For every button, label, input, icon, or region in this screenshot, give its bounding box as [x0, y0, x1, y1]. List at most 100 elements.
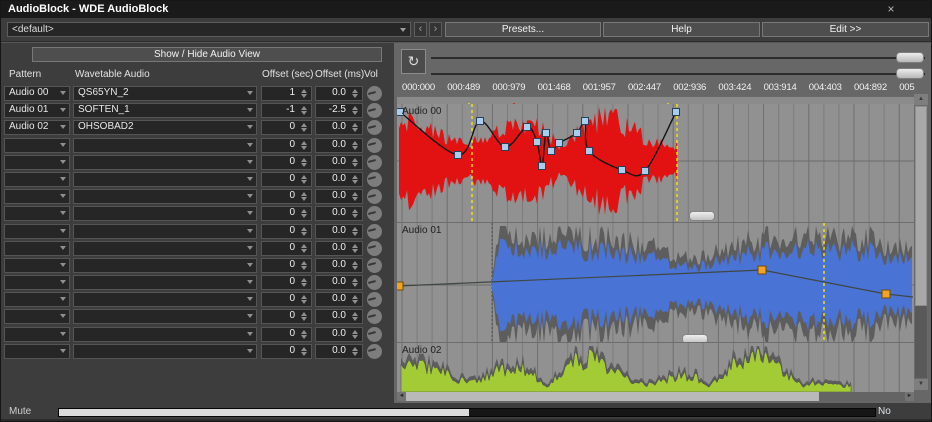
offset-sec-spinner[interactable]: 0 — [261, 292, 312, 308]
vertical-scrollbar-track[interactable] — [915, 306, 927, 378]
wavetable-select[interactable] — [73, 343, 257, 359]
pattern-select[interactable]: Audio 02 — [4, 120, 70, 136]
spinner-arrows-icon[interactable] — [299, 174, 309, 185]
pattern-select[interactable]: Audio 00 — [4, 86, 70, 101]
spin-up-icon[interactable] — [352, 346, 358, 351]
timeline-ruler[interactable]: 000:000 000:489 000:979 001:468 001:957 002:4… — [394, 79, 931, 96]
spinner-arrows-icon[interactable] — [350, 226, 360, 237]
spin-up-icon[interactable] — [301, 209, 307, 214]
wavetable-select[interactable] — [73, 240, 257, 256]
spin-up-icon[interactable] — [352, 106, 358, 111]
spin-down-icon[interactable] — [352, 197, 358, 202]
horizontal-scrollbar[interactable]: ◄ ► — [397, 392, 914, 401]
overview-tick-strip[interactable] — [397, 97, 914, 110]
wavetable-select[interactable]: OHSOBAD2 — [73, 120, 257, 136]
wavetable-select[interactable]: SOFTEN_1 — [73, 103, 257, 119]
pattern-select[interactable] — [4, 189, 70, 205]
envelope-point[interactable] — [618, 166, 626, 174]
spinner-arrows-icon[interactable] — [299, 226, 309, 237]
wavetable-select[interactable] — [73, 189, 257, 205]
offset-ms-spinner[interactable]: 0.0 — [315, 257, 363, 273]
wavetable-select[interactable] — [73, 171, 257, 187]
offset-ms-spinner[interactable]: -2.5 — [315, 103, 363, 119]
spin-up-icon[interactable] — [352, 243, 358, 248]
vertical-scrollbar-thumb[interactable] — [915, 106, 927, 306]
offset-ms-spinner[interactable]: 0.0 — [315, 240, 363, 256]
spin-up-icon[interactable] — [352, 157, 358, 162]
offset-ms-spinner[interactable]: 0.0 — [315, 206, 363, 222]
spin-up-icon[interactable] — [352, 226, 358, 231]
envelope-point[interactable] — [454, 151, 462, 159]
spin-down-icon[interactable] — [301, 94, 307, 98]
spin-down-icon[interactable] — [301, 111, 307, 116]
spin-up-icon[interactable] — [301, 174, 307, 179]
spinner-arrows-icon[interactable] — [350, 174, 360, 185]
zoom-slider-handle-2[interactable] — [896, 68, 924, 79]
spin-up-icon[interactable] — [301, 278, 307, 283]
track-zoom-handle[interactable] — [682, 334, 708, 342]
spin-down-icon[interactable] — [301, 214, 307, 219]
volume-knob[interactable] — [367, 120, 382, 136]
wavetable-select[interactable] — [73, 223, 257, 239]
offset-ms-spinner[interactable]: 0.0 — [315, 86, 363, 101]
pattern-select[interactable] — [4, 154, 70, 170]
wavetable-select[interactable] — [73, 326, 257, 342]
volume-knob[interactable] — [367, 154, 382, 170]
spin-down-icon[interactable] — [301, 351, 307, 356]
offset-sec-spinner[interactable]: -1 — [261, 103, 312, 119]
spin-up-icon[interactable] — [301, 329, 307, 334]
scroll-left-icon[interactable]: ◄ — [397, 392, 406, 401]
wavetable-select[interactable]: QS65YN_2 — [73, 86, 257, 101]
spinner-arrows-icon[interactable] — [299, 157, 309, 168]
spinner-arrows-icon[interactable] — [299, 329, 309, 340]
pattern-select[interactable] — [4, 240, 70, 256]
spin-up-icon[interactable] — [352, 123, 358, 128]
spin-down-icon[interactable] — [352, 265, 358, 270]
pattern-select[interactable]: Audio 01 — [4, 103, 70, 119]
help-button[interactable]: Help — [603, 22, 760, 37]
spin-up-icon[interactable] — [352, 140, 358, 145]
track-zoom-handle[interactable] — [689, 211, 715, 221]
envelope-point[interactable] — [672, 108, 680, 116]
prev-preset-button[interactable]: ‹ — [414, 22, 427, 37]
offset-sec-spinner[interactable]: 0 — [261, 154, 312, 170]
wavetable-select[interactable] — [73, 257, 257, 273]
spin-up-icon[interactable] — [352, 329, 358, 334]
spin-down-icon[interactable] — [352, 351, 358, 356]
offset-ms-spinner[interactable]: 0.0 — [315, 326, 363, 342]
spin-down-icon[interactable] — [301, 300, 307, 305]
track-audio-02[interactable]: Audio 02 — [397, 342, 914, 392]
spin-down-icon[interactable] — [352, 94, 358, 98]
spin-down-icon[interactable] — [301, 128, 307, 133]
spinner-arrows-icon[interactable] — [299, 294, 309, 305]
pattern-select[interactable] — [4, 326, 70, 342]
spin-down-icon[interactable] — [301, 179, 307, 184]
spinner-arrows-icon[interactable] — [350, 260, 360, 271]
wavetable-select[interactable] — [73, 292, 257, 308]
spin-down-icon[interactable] — [301, 145, 307, 150]
offset-sec-spinner[interactable]: 0 — [261, 206, 312, 222]
spinner-arrows-icon[interactable] — [299, 140, 309, 151]
zoom-slider-track-1[interactable] — [431, 57, 925, 59]
offset-sec-spinner[interactable]: 0 — [261, 309, 312, 325]
spin-up-icon[interactable] — [301, 157, 307, 162]
spin-down-icon[interactable] — [352, 145, 358, 150]
offset-sec-spinner[interactable]: 0 — [261, 137, 312, 153]
spinner-arrows-icon[interactable] — [350, 346, 360, 357]
next-preset-button[interactable]: › — [429, 22, 442, 37]
show-hide-audio-view-button[interactable]: Show / Hide Audio View — [32, 47, 382, 62]
pattern-select[interactable] — [4, 223, 70, 239]
offset-ms-spinner[interactable]: 0.0 — [315, 309, 363, 325]
spin-down-icon[interactable] — [301, 283, 307, 288]
envelope-point[interactable] — [533, 138, 541, 146]
volume-point[interactable] — [757, 265, 767, 275]
spinner-arrows-icon[interactable] — [350, 329, 360, 340]
spin-down-icon[interactable] — [301, 231, 307, 236]
waveform-canvas[interactable] — [397, 223, 914, 342]
waveform-canvas[interactable] — [397, 343, 914, 392]
wavetable-select[interactable] — [73, 206, 257, 222]
spin-down-icon[interactable] — [352, 334, 358, 339]
pattern-select[interactable] — [4, 257, 70, 273]
envelope-point[interactable] — [581, 117, 589, 125]
envelope-point[interactable] — [573, 129, 581, 137]
